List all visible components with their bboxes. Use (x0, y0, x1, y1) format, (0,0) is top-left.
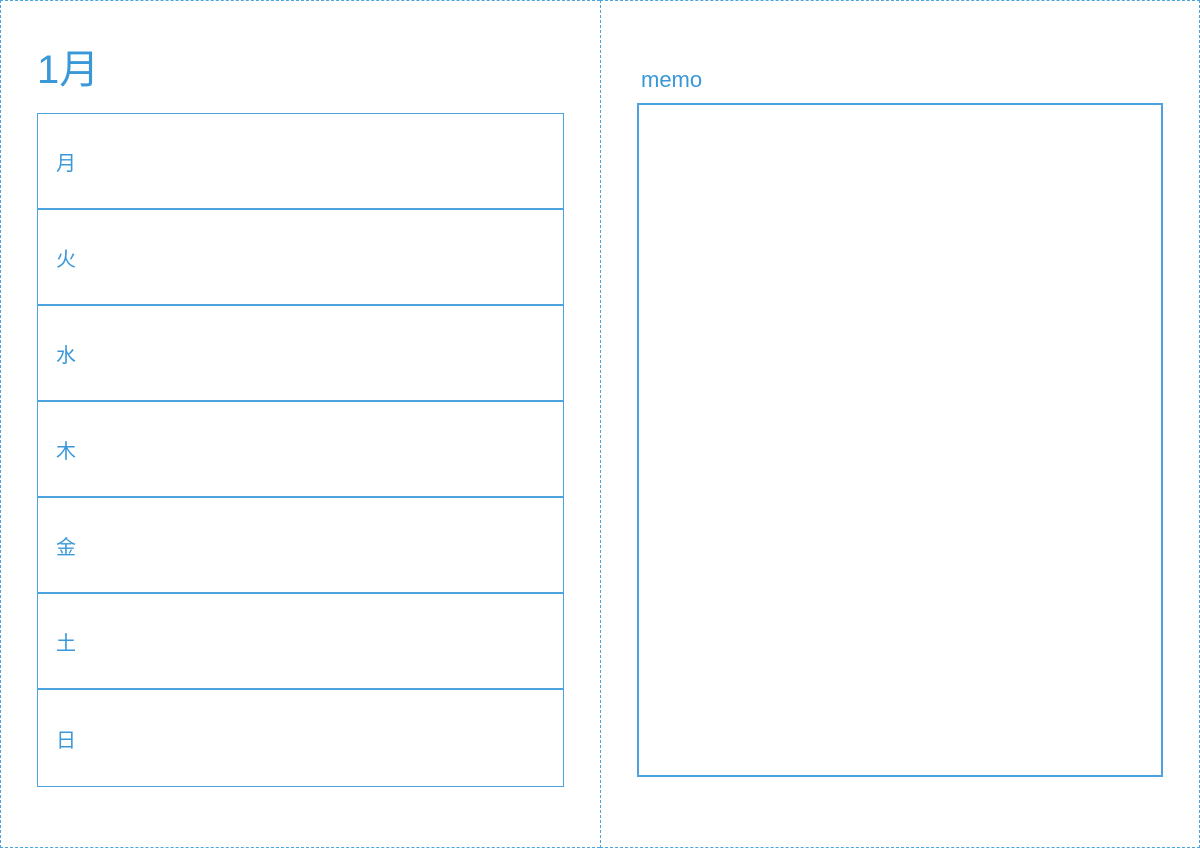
right-panel: memo (600, 0, 1200, 848)
left-panel: 1月 月 火 水 木 金 土 日 (0, 0, 600, 848)
day-label: 火 (56, 243, 76, 272)
day-label: 水 (56, 339, 76, 368)
days-list: 月 火 水 木 金 土 日 (37, 113, 564, 787)
day-row-fri[interactable]: 金 (38, 498, 563, 594)
day-label: 木 (56, 435, 76, 464)
day-label: 金 (56, 531, 76, 560)
day-row-thu[interactable]: 木 (38, 402, 563, 498)
day-row-tue[interactable]: 火 (38, 210, 563, 306)
month-title: 1月 (37, 37, 564, 95)
day-label: 土 (56, 627, 76, 656)
day-row-sun[interactable]: 日 (38, 690, 563, 786)
day-row-sat[interactable]: 土 (38, 594, 563, 690)
day-row-mon[interactable]: 月 (38, 114, 563, 210)
day-label: 日 (56, 724, 76, 753)
memo-label: memo (641, 67, 1163, 93)
memo-box[interactable] (637, 103, 1163, 777)
day-label: 月 (56, 147, 76, 176)
day-row-wed[interactable]: 水 (38, 306, 563, 402)
